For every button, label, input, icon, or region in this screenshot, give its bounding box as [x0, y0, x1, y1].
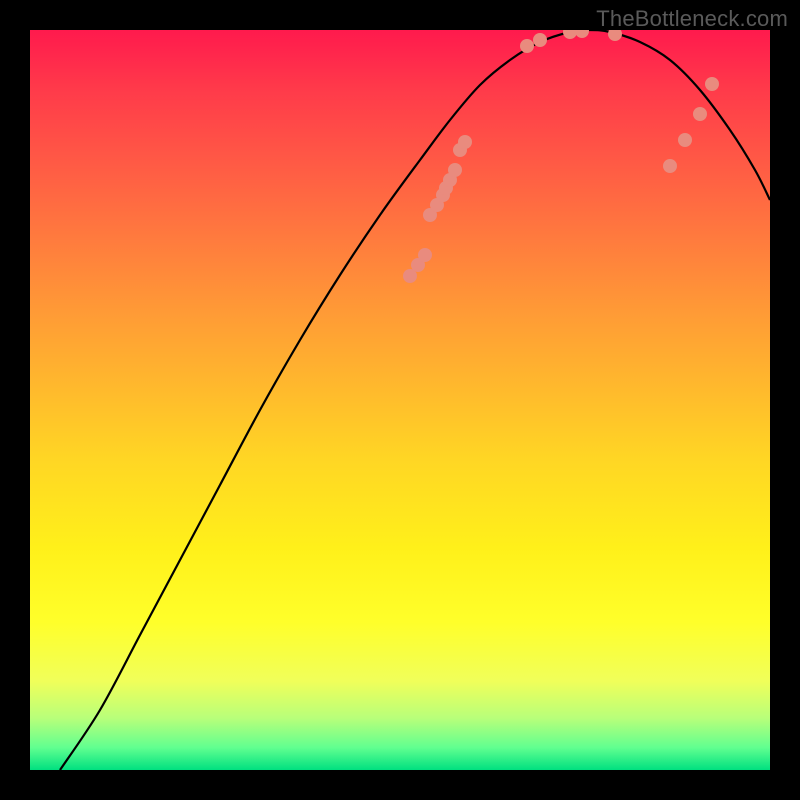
chart-svg [30, 30, 770, 770]
scatter-dot [693, 107, 707, 121]
scatter-dot [663, 159, 677, 173]
scatter-dot [520, 39, 534, 53]
watermark-text: TheBottleneck.com [596, 6, 788, 32]
scatter-dot [575, 30, 589, 38]
scatter-dot [705, 77, 719, 91]
scatter-dot [563, 30, 577, 39]
chart-plot-area [30, 30, 770, 770]
scatter-dot [533, 33, 547, 47]
scatter-dot [458, 135, 472, 149]
scatter-dots [403, 30, 719, 283]
scatter-dot [448, 163, 462, 177]
bottleneck-curve [60, 30, 770, 770]
scatter-dot [678, 133, 692, 147]
scatter-dot [418, 248, 432, 262]
